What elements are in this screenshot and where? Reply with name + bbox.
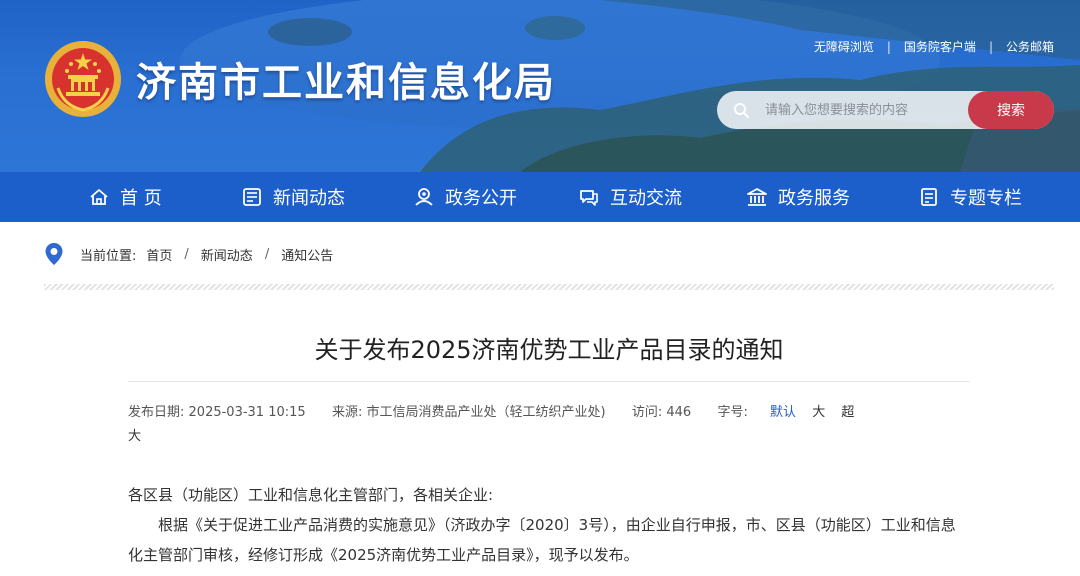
breadcrumb-separator: /: [184, 246, 189, 262]
state-council-app-link[interactable]: 国务院客户端: [904, 38, 976, 55]
nav-item-topics[interactable]: 专题专栏: [918, 172, 1022, 222]
article-title: 关于发布2025济南优势工业产品目录的通知: [314, 336, 784, 364]
breadcrumb-notice-link[interactable]: 通知公告: [281, 245, 333, 264]
chat-icon: [580, 190, 598, 206]
visits-count: 446: [666, 405, 692, 420]
link-divider: |: [886, 39, 891, 54]
nav-item-news[interactable]: 新闻动态: [241, 172, 345, 222]
official-email-link[interactable]: 公务邮箱: [1006, 38, 1054, 55]
breadcrumb-news-link[interactable]: 新闻动态: [201, 245, 253, 264]
national-emblem-icon: [45, 41, 121, 117]
body-paragraph: 根据《关于促进工业产品消费的实施意见》（济政办字〔2020〕3号），由企业自行申…: [128, 516, 956, 564]
top-links: 无障碍浏览 | 国务院客户端 | 公务邮箱: [814, 38, 1054, 55]
nav-label: 新闻动态: [273, 188, 345, 209]
search-button[interactable]: 搜索: [968, 91, 1054, 129]
nav-label: 互动交流: [610, 188, 682, 209]
service-building-icon: [747, 188, 767, 206]
source-value: 市工信局消费品产业处（轻工纺织产业处): [366, 405, 606, 420]
site-header: 济南市工业和信息化局 无障碍浏览 | 国务院客户端 | 公务邮箱 搜索: [0, 0, 1080, 172]
search-box: 搜索: [717, 91, 1054, 129]
accessibility-link[interactable]: 无障碍浏览: [814, 38, 874, 55]
link-divider: |: [988, 39, 993, 54]
breadcrumb: 当前位置: 首页 / 新闻动态 / 通知公告: [44, 242, 333, 266]
nav-label: 首 页: [120, 188, 162, 209]
salutation-paragraph: 各区县（功能区）工业和信息化主管部门，各相关企业:: [128, 486, 494, 504]
home-icon: [90, 189, 108, 205]
article-body: 各区县（功能区）工业和信息化主管部门，各相关企业: 根据《关于促进工业产品消费的…: [128, 480, 970, 570]
news-icon: [243, 188, 261, 206]
breadcrumb-divider-stripe: [44, 284, 1054, 290]
nav-label: 专题专栏: [950, 188, 1022, 209]
nav-label: 政务服务: [778, 188, 850, 209]
font-size-large[interactable]: 大: [812, 405, 825, 420]
search-input[interactable]: [765, 97, 955, 123]
title-divider: [128, 381, 970, 382]
source-label: 来源:: [331, 405, 363, 420]
nav-item-interaction[interactable]: 互动交流: [578, 172, 682, 222]
nav-label: 政务公开: [445, 188, 517, 209]
nav-item-home[interactable]: 首 页: [88, 172, 162, 222]
location-pin-icon: [45, 243, 63, 265]
topic-list-icon: [921, 188, 937, 206]
article-meta: 发布日期: 2025-03-31 10:15 来源: 市工信局消费品产业处（轻工…: [128, 401, 858, 449]
breadcrumb-separator: /: [264, 246, 270, 262]
publish-date: 2025-03-31 10:15: [188, 405, 306, 420]
publish-date-label: 发布日期:: [128, 405, 185, 420]
breadcrumb-home-link[interactable]: 首页: [146, 245, 172, 264]
gov-open-icon: [415, 188, 433, 206]
site-title: 济南市工业和信息化局: [136, 60, 556, 106]
search-icon: [734, 103, 749, 118]
nav-item-gov-open[interactable]: 政务公开: [413, 172, 517, 222]
breadcrumb-prefix: 当前位置:: [80, 248, 137, 264]
main-nav: 首 页 新闻动态 政务公开 互动交流 政务服务 专题专栏: [0, 172, 1080, 222]
font-size-default[interactable]: 默认: [770, 405, 796, 420]
visits-label: 访问:: [631, 405, 663, 420]
nav-item-gov-service[interactable]: 政务服务: [746, 172, 850, 222]
font-size-label: 字号:: [717, 405, 748, 420]
